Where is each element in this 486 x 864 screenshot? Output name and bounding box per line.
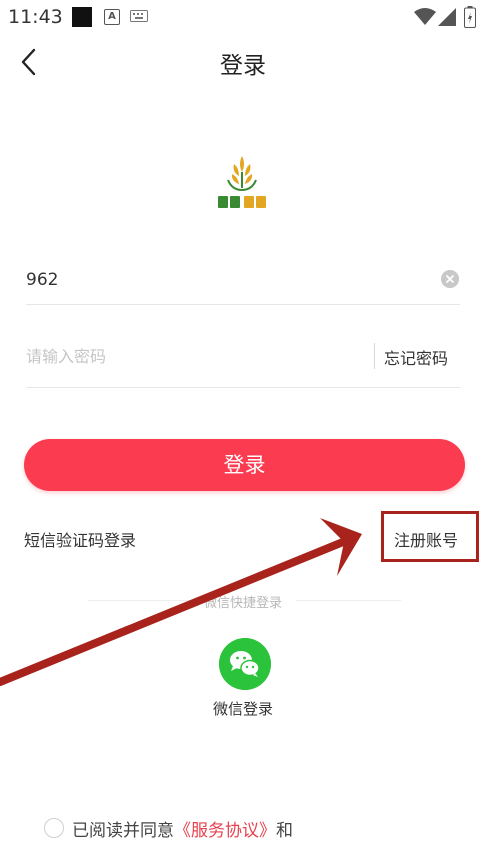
clear-icon[interactable] [441,270,459,288]
service-agreement-link[interactable]: 《服务协议》 [174,821,276,841]
notification-square-icon [72,7,92,27]
agreement-checkbox[interactable] [44,818,64,838]
field-separator [374,343,375,369]
password-input[interactable] [26,338,366,374]
battery-icon [464,6,476,28]
wechat-icon[interactable] [219,638,271,690]
status-bar: 11:43 A [0,0,486,34]
register-link[interactable]: 注册账号 [394,527,458,551]
phone-input[interactable] [26,262,406,298]
quick-login-label: 微信快捷登录 [203,596,282,611]
page-title: 登录 [220,53,266,79]
login-button[interactable]: 登录 [24,439,465,491]
divider [26,387,460,388]
agreement-prefix: 已阅读并同意 [72,821,174,841]
annotation-arrow [0,518,362,686]
wechat-login-label: 微信登录 [212,700,273,718]
notification-a-icon: A [104,9,120,25]
wifi-icon [414,8,436,25]
divider [26,304,460,305]
sms-login-link[interactable]: 短信验证码登录 [24,527,136,551]
agreement-suffix: 和 [276,821,293,841]
status-time: 11:43 [8,6,63,28]
forgot-password-link[interactable]: 忘记密码 [384,345,448,369]
app-logo [218,156,266,208]
agreement-text: 已阅读并同意《服务协议》和 [72,816,293,841]
keyboard-icon [130,10,148,22]
signal-icon [438,8,456,26]
